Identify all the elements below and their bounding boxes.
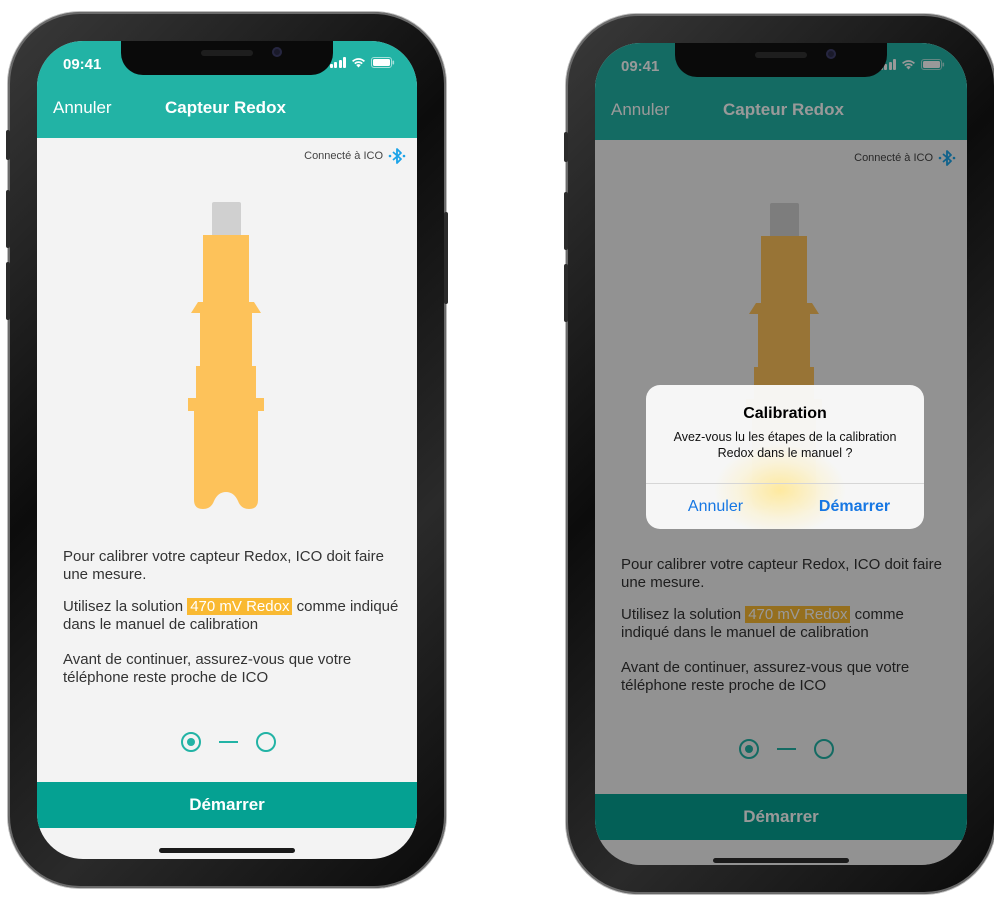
app-screen: 09:41 Annuler Capteur Redox Connecté à I…: [595, 43, 967, 865]
step-connector: [219, 741, 238, 743]
earpiece-speaker: [755, 52, 807, 58]
phone-mockup-right: 09:41 Annuler Capteur Redox Connecté à I…: [564, 14, 994, 894]
phone-mockup-left: 09:41 Annuler Capteur Redox Connecté à I…: [6, 12, 448, 888]
step-dot-active: [181, 732, 201, 752]
volume-up-button: [6, 190, 10, 248]
front-camera: [272, 47, 282, 57]
connection-status: Connecté à ICO: [304, 146, 407, 166]
solution-highlight: 470 mV Redox: [187, 598, 293, 615]
instruction-paragraph-2: Utilisez la solution 470 mV Redox comme …: [63, 598, 401, 634]
device-notch: [121, 41, 333, 75]
wifi-icon: [351, 57, 366, 68]
power-button: [444, 212, 448, 304]
start-button[interactable]: Démarrer: [37, 782, 417, 828]
page-title: Capteur Redox: [165, 98, 286, 117]
app-header: 09:41 Annuler Capteur Redox: [37, 41, 417, 138]
home-indicator[interactable]: [713, 858, 849, 863]
battery-icon: [371, 57, 395, 68]
volume-up-button: [564, 192, 568, 250]
connection-status-label: Connecté à ICO: [304, 150, 383, 162]
instruction-text: Utilisez la solution: [63, 598, 188, 615]
app-screen: 09:41 Annuler Capteur Redox Connecté à I…: [37, 41, 417, 859]
alert-message: Avez-vous lu les étapes de la calibratio…: [673, 430, 897, 460]
step-dot-fill: [187, 738, 195, 746]
bluetooth-icon: [388, 148, 406, 164]
cancel-button[interactable]: Annuler: [53, 98, 112, 118]
home-indicator[interactable]: [159, 848, 295, 853]
earpiece-speaker: [201, 50, 253, 56]
alert-cancel-button[interactable]: Annuler: [646, 484, 785, 529]
redox-sensor-illustration: [188, 202, 264, 509]
volume-down-button: [564, 264, 568, 322]
volume-down-button: [6, 262, 10, 320]
front-camera: [826, 49, 836, 59]
mute-switch: [6, 130, 10, 160]
alert-title: Calibration: [743, 405, 827, 422]
step-dot-inactive: [256, 732, 276, 752]
mute-switch: [564, 132, 568, 162]
device-notch: [675, 43, 887, 77]
calibration-alert-dialog: Calibration Avez-vous lu les étapes de l…: [646, 385, 924, 529]
step-indicator: [181, 730, 276, 754]
instruction-paragraph-3: Avant de continuer, assurez-vous que vot…: [63, 651, 352, 686]
status-icons: [329, 57, 396, 68]
instruction-paragraph-1: Pour calibrer votre capteur Redox, ICO d…: [63, 548, 384, 583]
status-time: 09:41: [63, 56, 102, 73]
alert-start-button[interactable]: Démarrer: [785, 484, 924, 529]
